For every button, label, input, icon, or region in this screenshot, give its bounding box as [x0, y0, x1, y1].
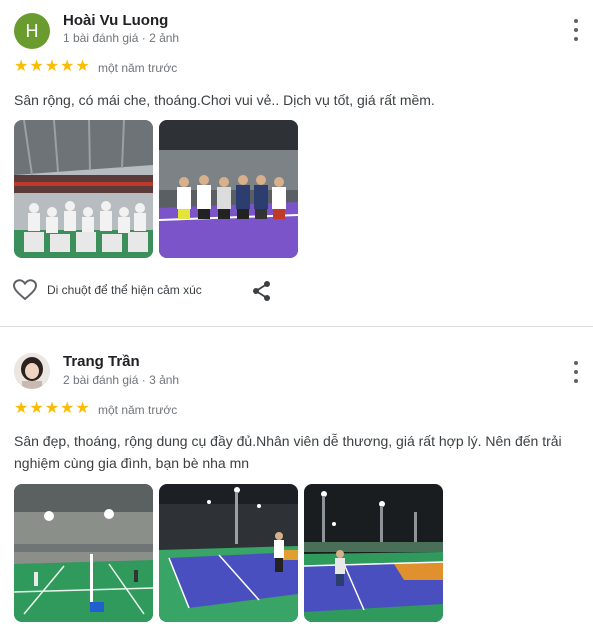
star-icon: ★ [75, 58, 90, 75]
react-label: Di chuột để thể hiện cảm xúc [47, 283, 202, 297]
avatar-letter: H [25, 20, 39, 41]
star-icon: ★ [14, 400, 29, 417]
review-photos [14, 120, 298, 258]
star-icon: ★ [29, 58, 44, 75]
review-photo[interactable] [159, 120, 298, 258]
avatar[interactable] [14, 353, 50, 389]
review-photo[interactable] [14, 120, 153, 258]
avatar[interactable]: H [14, 13, 50, 49]
rating-stars: ★ ★ ★ ★ ★ [14, 401, 90, 417]
review-photo[interactable] [14, 484, 153, 622]
review-card: Trang Trần 2 bài đánh giá · 3 ảnh ★ ★ ★ … [0, 327, 593, 631]
reviewer-meta: 1 bài đánh giá · 2 ảnh [63, 31, 180, 45]
star-icon: ★ [44, 58, 60, 75]
review-date: một năm trước [98, 403, 178, 417]
review-card: H Hoài Vu Luong 1 bài đánh giá · 2 ảnh ★… [0, 0, 593, 326]
reviewer-name[interactable]: Trang Trần [63, 353, 140, 370]
avatar-photo-image [14, 353, 50, 389]
court-photo-image [14, 484, 153, 622]
court-photo-image [159, 484, 298, 622]
react-button[interactable]: Di chuột để thể hiện cảm xúc [13, 279, 202, 301]
star-icon: ★ [44, 400, 60, 417]
rating-stars: ★ ★ ★ ★ ★ [14, 59, 90, 75]
heart-outline-icon [13, 279, 37, 301]
star-icon: ★ [60, 400, 75, 417]
review-photo[interactable] [159, 484, 298, 622]
review-photos [14, 484, 443, 622]
reviewer-meta: 2 bài đánh giá · 3 ảnh [63, 373, 180, 387]
more-vert-icon [574, 19, 578, 23]
star-icon: ★ [14, 58, 29, 75]
more-vert-icon [574, 361, 578, 365]
group-photo-image [14, 120, 153, 258]
review-photo[interactable] [304, 484, 443, 622]
star-icon: ★ [60, 58, 75, 75]
reviewer-name[interactable]: Hoài Vu Luong [63, 12, 168, 29]
share-button[interactable] [251, 280, 273, 307]
more-options-button[interactable] [569, 19, 583, 41]
review-text: Sân rộng, có mái che, thoáng.Chơi vui vẻ… [14, 92, 435, 108]
review-text: Sân đẹp, thoáng, rộng dung cụ đầy đủ.Nhâ… [14, 433, 562, 471]
star-icon: ★ [29, 400, 44, 417]
share-icon [253, 281, 270, 301]
court-photo-image [304, 484, 443, 622]
more-options-button[interactable] [569, 361, 583, 383]
players-photo-image [159, 120, 298, 258]
star-icon: ★ [75, 400, 90, 417]
review-date: một năm trước [98, 61, 178, 75]
